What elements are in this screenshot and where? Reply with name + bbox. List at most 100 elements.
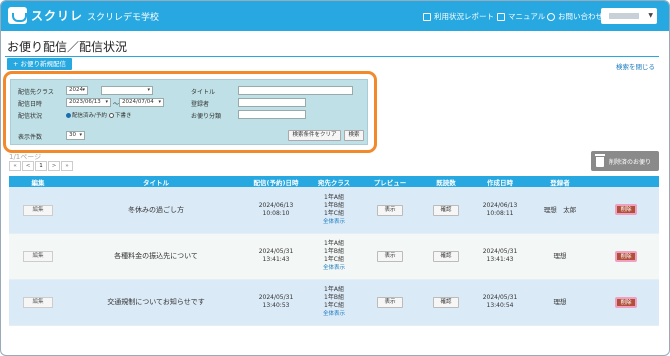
author-cell: 理想 (527, 233, 593, 280)
edit-button[interactable]: 編集 (23, 204, 53, 216)
user-menu[interactable]: ▼ (601, 8, 657, 24)
logo[interactable]: スクリレ (8, 7, 83, 24)
send-date: 2024/06/13 (258, 201, 294, 209)
author-input[interactable] (238, 98, 306, 107)
class-name: 1年A組 (324, 240, 344, 247)
title-cell: 冬休みの過ごし方 (67, 187, 245, 234)
deleted-letters-button[interactable]: 削除済のお便り (591, 151, 659, 171)
date-to-input[interactable]: 2024/07/04 ▾ (119, 98, 164, 107)
status-radio-sent[interactable]: 配信済み/予約 (66, 111, 107, 119)
search-button[interactable]: 検索 (344, 130, 364, 141)
show-all-classes-link[interactable]: 全体表示 (307, 264, 361, 272)
table-header-row: 編集 タイトル 配信(予約)日時 宛先クラス プレビュー 既読数 作成日時 登録… (9, 176, 659, 187)
class-name: 1年C組 (323, 256, 344, 263)
year-value: 2024 (69, 87, 83, 93)
class-select[interactable]: ▾ (101, 86, 153, 95)
send-date: 2024/05/31 (258, 294, 294, 301)
preview-button[interactable]: 表示 (377, 251, 403, 262)
author-cell: 理想 (527, 279, 593, 326)
category-input[interactable] (238, 110, 306, 119)
per-page-value: 30 (69, 132, 76, 138)
col-edit: 編集 (9, 176, 67, 187)
trash-icon (595, 154, 605, 167)
contact-link[interactable]: お問い合わせ (547, 11, 603, 22)
edit-button[interactable]: 編集 (23, 251, 53, 262)
category-label: お便り分類 (191, 113, 222, 120)
status-label: 配信状況 (18, 113, 43, 120)
delete-cell: 削除 (593, 279, 659, 326)
usage-report-link[interactable]: 利用状況レポート (423, 11, 494, 22)
date-from-value: 2023/06/13 (69, 99, 101, 105)
contact-label: お問い合わせ (558, 12, 603, 21)
book-icon (497, 12, 505, 21)
per-page-label: 表示件数 (18, 134, 43, 141)
created-time: 13:40:54 (486, 302, 514, 309)
title-label: タイトル (191, 89, 216, 96)
page-1-button[interactable]: 1 (35, 161, 47, 171)
edit-button[interactable]: 編集 (23, 297, 53, 308)
delete-button[interactable]: 削除 (615, 296, 637, 308)
usage-report-label: 利用状況レポート (434, 12, 494, 21)
top-bar: スクリレ スクリレデモ学校 利用状況レポート マニュアル お問い合わせ ▼ (1, 1, 669, 31)
preview-button[interactable]: 表示 (377, 204, 403, 216)
next-page-button[interactable]: > (48, 161, 60, 171)
created-date: 2024/05/31 (482, 294, 518, 301)
title-cell: 各種料金の振込先について (67, 233, 245, 280)
title-input[interactable] (238, 86, 353, 95)
deleted-letters-label: 削除済のお便り (609, 159, 652, 166)
show-all-classes-link[interactable]: 全体表示 (307, 310, 361, 318)
edit-cell: 編集 (9, 279, 67, 326)
new-letter-button[interactable]: + お便り新規配信 (7, 58, 73, 70)
prev-page-button[interactable]: < (22, 161, 34, 171)
created-cell: 2024/06/13 10:08:11 (473, 187, 527, 234)
class-name: 1年B組 (324, 294, 344, 301)
manual-link[interactable]: マニュアル (497, 11, 545, 22)
read-cell: 確認 (419, 187, 473, 234)
col-read-count: 既読数 (419, 176, 473, 187)
school-name: スクリレデモ学校 (87, 13, 160, 23)
delete-cell: 削除 (593, 187, 659, 234)
search-panel: 配信先クラス 2024 ▾ ▾ 配信日時 2023/06/13 ▾ 〜 2024/0… (10, 79, 368, 145)
help-icon (547, 12, 555, 21)
send-time: 13:41:43 (262, 256, 290, 263)
send-date: 2024/05/31 (258, 248, 294, 255)
table-row: 編集 冬休みの過ごし方 2024/06/13 10:08:10 1年A組 1年B組… (9, 187, 659, 234)
class-name: 1年C組 (323, 302, 344, 309)
delete-button[interactable]: 削除 (615, 250, 637, 262)
table-row: 編集 各種料金の振込先について 2024/05/31 13:41:43 1年A組 … (9, 233, 659, 280)
class-name: 1年A組 (324, 286, 344, 293)
author-cell: 理想 太郎 (527, 187, 593, 234)
report-icon (423, 12, 431, 21)
chevron-down-icon: ▾ (158, 99, 161, 105)
chevron-down-icon: ▾ (147, 87, 150, 93)
first-page-button[interactable]: « (9, 161, 21, 171)
col-preview: プレビュー (361, 176, 419, 187)
read-check-button[interactable]: 確認 (433, 297, 459, 308)
col-delete (593, 176, 659, 187)
date-from-input[interactable]: 2023/06/13 ▾ (66, 98, 111, 107)
clear-search-button[interactable]: 検索条件をクリア (288, 130, 341, 141)
logo-icon (8, 7, 27, 24)
class-cell: 1年A組 1年B組 1年C組 全体表示 (307, 279, 361, 326)
last-page-button[interactable]: » (61, 161, 73, 171)
created-date: 2024/06/13 (482, 201, 518, 209)
col-send-date: 配信(予約)日時 (245, 176, 307, 187)
delete-cell: 削除 (593, 233, 659, 280)
table-row: 編集 交通規制についてお知らせです 2024/05/31 13:40:53 1年A… (9, 279, 659, 326)
close-search-link[interactable]: 検索を閉じる (616, 61, 655, 71)
chevron-down-icon: ▾ (82, 87, 85, 93)
status-radio-draft[interactable]: 下書き (109, 111, 132, 119)
read-cell: 確認 (419, 233, 473, 280)
per-page-select[interactable]: 30 ▾ (66, 131, 85, 140)
manual-label: マニュアル (508, 12, 546, 21)
show-all-classes-link[interactable]: 全体表示 (307, 218, 361, 226)
delete-button[interactable]: 削除 (615, 204, 637, 216)
read-check-button[interactable]: 確認 (433, 204, 459, 216)
title-cell: 交通規制についてお知らせです (67, 279, 245, 326)
read-check-button[interactable]: 確認 (433, 251, 459, 262)
year-select[interactable]: 2024 ▾ (66, 86, 88, 95)
title-divider (5, 56, 659, 57)
preview-cell: 表示 (361, 279, 419, 326)
preview-button[interactable]: 表示 (377, 297, 403, 308)
chevron-down-icon: ▾ (105, 99, 108, 105)
